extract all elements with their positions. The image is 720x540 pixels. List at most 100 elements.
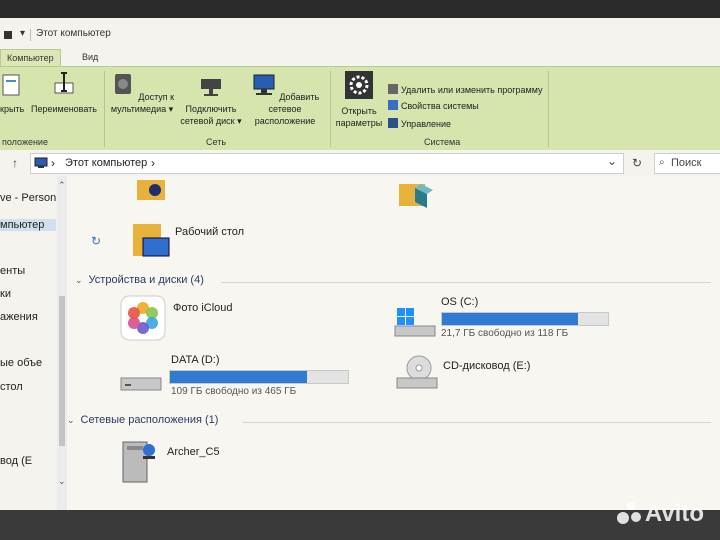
devices-header-label: Устройства и диски (4) (88, 274, 204, 286)
group-network-label: Сеть (206, 137, 227, 147)
ribbon: крыть Переименовать положение Доступ к м… (0, 66, 720, 152)
scroll-down-icon[interactable]: ⌄ (58, 476, 66, 487)
uninstall-label: Удалить или изменить программу (401, 85, 543, 95)
cd-drive-icon (396, 355, 438, 389)
scroll-thumb[interactable] (59, 296, 65, 446)
add-network-location-button[interactable]: Добавить сетевое расположение (244, 71, 326, 127)
nav-item-3d-objects[interactable]: ые объе (0, 357, 42, 369)
breadcrumb-separator[interactable]: › (151, 156, 155, 170)
settings-label-line2: параметры (335, 118, 383, 128)
network-group-header[interactable]: ⌄ Сетевые расположения (1) (67, 414, 218, 426)
address-dropdown[interactable]: ⌄ (607, 154, 617, 168)
properties-icon (388, 100, 398, 110)
network-location-icon (253, 74, 275, 95)
computer-icon (34, 157, 48, 168)
sync-icon: ↻ (91, 234, 102, 248)
screen-bezel (0, 510, 720, 540)
uninstall-program-link[interactable]: Удалить или изменить программу (388, 83, 542, 97)
group-divider (243, 422, 711, 423)
address-bar[interactable]: › Этот компьютер › ⌄ (30, 153, 624, 174)
rename-label: Переименовать (31, 104, 97, 114)
windows-drive-icon (394, 308, 436, 337)
cd-e-label[interactable]: CD-дисковод (E:) (443, 360, 530, 372)
data-d-usage-bar (169, 370, 349, 384)
gear-icon (345, 71, 373, 99)
photos-icloud-icon (120, 295, 166, 341)
nav-item-this-pc[interactable]: мпьютер (0, 219, 56, 231)
breadcrumb-separator: › (51, 156, 55, 170)
collapse-chevron-icon: ⌄ (75, 275, 83, 285)
os-c-free-space: 21,7 ГБ свободно из 118 ГБ (441, 328, 569, 339)
os-c-label[interactable]: OS (C:) (441, 296, 478, 308)
archer-c5-label[interactable]: Archer_C5 (167, 446, 220, 458)
icloud-label[interactable]: Фото iCloud (173, 302, 233, 314)
nav-item-cd-drive[interactable]: вод (E (0, 455, 32, 467)
open-button[interactable]: крыть (0, 71, 24, 115)
nav-item-desktop[interactable]: стол (0, 381, 23, 393)
music-folder-icon (137, 180, 165, 200)
manage-icon (388, 118, 398, 128)
group-location-label: положение (2, 137, 48, 147)
title-separator (30, 29, 31, 41)
watermark-text: Avito (644, 500, 704, 527)
device-icloud[interactable] (119, 294, 167, 342)
network-server-icon (122, 441, 155, 483)
window-title: Этот компьютер (36, 28, 111, 39)
desktop-label[interactable]: Рабочий стол (175, 226, 244, 238)
search-placeholder: Поиск (671, 157, 702, 169)
nav-item-documents[interactable]: енты (0, 265, 25, 277)
manage-label: Управление (401, 119, 452, 129)
netloc-label-line1: Добавить сетевое (268, 92, 320, 114)
open-settings-button[interactable]: Открыть параметры (334, 71, 384, 129)
collapse-chevron-icon: ⌄ (67, 415, 75, 425)
refresh-button[interactable]: ↻ (632, 156, 642, 170)
network-header-label: Сетевые расположения (1) (80, 414, 219, 426)
data-d-label[interactable]: DATA (D:) (171, 354, 219, 366)
hard-drive-icon (120, 377, 162, 391)
rename-button[interactable]: Переименовать (28, 71, 100, 115)
3d-objects-folder-icon (399, 184, 433, 208)
open-label: крыть (0, 104, 25, 114)
avito-logo-icon (616, 502, 641, 524)
content-pane: ↻ Рабочий стол ⌄ Устройства и диски (4) Ф… (67, 176, 720, 510)
media-access-button[interactable]: Доступ к мультимедиа ▾ (108, 71, 176, 115)
netdisk-label-line2: сетевой диск ▾ (180, 116, 242, 126)
search-input[interactable]: ⌕ Поиск (654, 153, 720, 174)
media-label-line1: Доступ к (138, 92, 175, 102)
tab-computer[interactable]: Компьютер (0, 49, 61, 67)
settings-label-line1: Открыть (341, 106, 377, 116)
devices-group-header[interactable]: ⌄ Устройства и диски (4) (75, 274, 204, 286)
tab-view[interactable]: Вид (76, 49, 104, 66)
data-d-free-space: 109 ГБ свободно из 465 ГБ (171, 386, 297, 397)
address-row: ↑ › Этот компьютер › ⌄ ↻ ⌕ Поиск (0, 150, 720, 176)
media-icon (114, 74, 131, 94)
scroll-up-icon[interactable]: ⌃ (58, 180, 66, 191)
search-icon: ⌕ (659, 157, 665, 168)
title-bar: ▾ Этот компьютер (0, 24, 720, 46)
system-properties-link[interactable]: Свойства системы (388, 99, 479, 113)
nav-scrollbar[interactable]: ⌃ ⌄ (57, 176, 67, 510)
quick-access-dropdown[interactable]: ▾ (20, 28, 25, 39)
desktop-folder-icon (133, 224, 170, 257)
up-button[interactable]: ↑ (12, 156, 18, 170)
navigation-pane: ve - Person мпьютер енты ки ажения ые об… (0, 176, 58, 510)
network-drive-icon (201, 79, 221, 96)
os-c-usage-fill (442, 313, 579, 325)
breadcrumb-this-pc[interactable]: Этот компьютер (65, 157, 147, 169)
manage-link[interactable]: Управление (388, 117, 451, 131)
programs-icon (388, 84, 398, 94)
rename-icon (54, 72, 74, 94)
avito-watermark: Avito (616, 500, 704, 528)
open-icon (2, 74, 20, 96)
netdisk-label-line1: Подключить (185, 104, 237, 114)
group-system-label: Система (424, 137, 461, 147)
nav-item-downloads[interactable]: ки (0, 288, 11, 300)
group-divider (221, 282, 711, 283)
map-network-drive-button[interactable]: Подключить сетевой диск ▾ (180, 71, 242, 127)
ribbon-tabs: Компьютер Вид (0, 46, 720, 67)
nav-item-pictures[interactable]: ажения (0, 311, 38, 323)
window-icon (4, 31, 12, 39)
properties-label: Свойства системы (401, 101, 479, 111)
nav-item-onedrive[interactable]: ve - Person (0, 192, 56, 204)
screen: ▾ Этот компьютер Компьютер Вид крыть Пер… (0, 0, 720, 540)
